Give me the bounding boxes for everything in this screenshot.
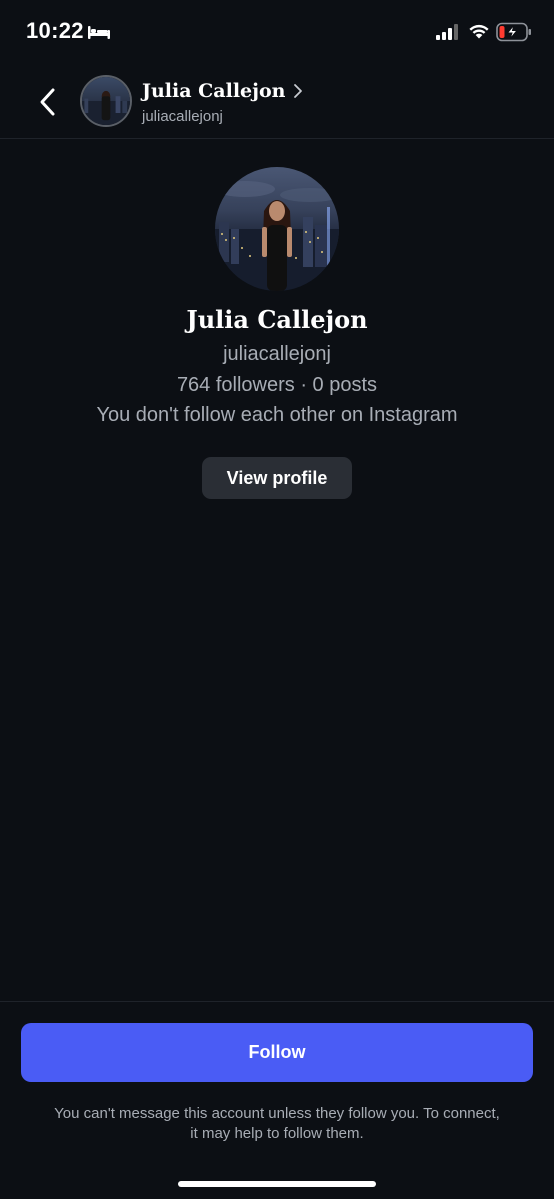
- status-bar: 10:22: [0, 0, 554, 66]
- chevron-left-icon: [40, 88, 55, 116]
- view-profile-button[interactable]: View profile: [202, 457, 352, 499]
- profile-stats: 764 followers · 0 posts: [176, 374, 378, 396]
- profile-name: Julia Callejon: [186, 305, 368, 334]
- chevron-right-icon: [294, 84, 303, 98]
- signal-icon: [436, 24, 460, 45]
- battery-charging-icon: [496, 22, 532, 47]
- profile-username: juliacallejonj: [223, 343, 331, 365]
- profile-avatar[interactable]: [215, 167, 339, 291]
- follow-relation-text: You don't follow each other on Instagram: [96, 404, 458, 426]
- back-button[interactable]: [30, 84, 66, 120]
- bed-icon: [87, 24, 111, 45]
- chat-header: Julia Callejon juliacallejonj: [0, 66, 554, 139]
- header-avatar[interactable]: [80, 75, 132, 127]
- header-username: juliacallejonj: [142, 108, 223, 125]
- wifi-icon: [468, 22, 490, 45]
- header-name-row[interactable]: Julia Callejon: [142, 80, 303, 102]
- footer-divider: [0, 1001, 554, 1002]
- header-name: Julia Callejon: [142, 80, 286, 102]
- home-indicator[interactable]: [178, 1181, 376, 1187]
- message-restriction-note: You can't message this account unless th…: [54, 1105, 500, 1142]
- follow-button[interactable]: Follow: [21, 1023, 533, 1082]
- status-time: 10:22: [26, 18, 84, 43]
